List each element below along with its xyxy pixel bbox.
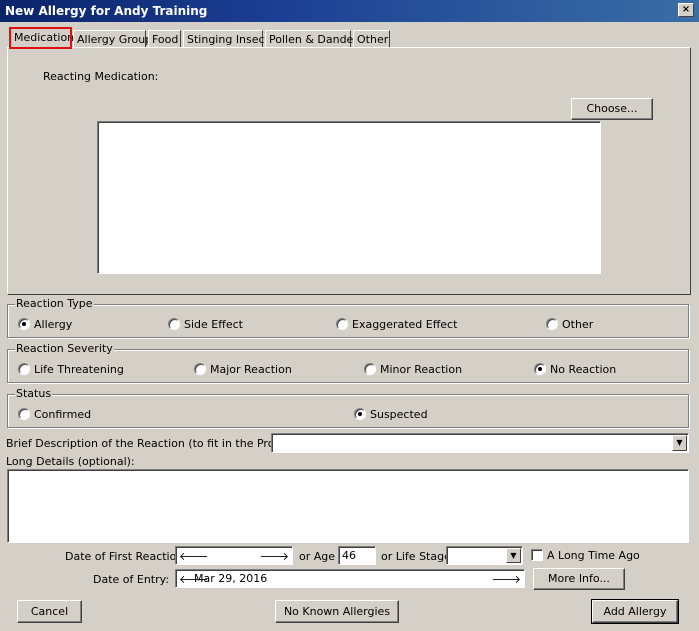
- radio-confirmed[interactable]: Confirmed: [18, 408, 91, 421]
- tab-food[interactable]: Food: [148, 30, 181, 48]
- brief-description-combobox[interactable]: ▼: [271, 433, 689, 453]
- reaction-type-group: Reaction Type Allergy Side Effect Exagge…: [7, 297, 689, 338]
- choose-button[interactable]: Choose...: [571, 98, 653, 120]
- radio-other[interactable]: Other: [546, 318, 593, 331]
- brief-description-label: Brief Description of the Reaction (to fi…: [6, 437, 300, 450]
- age-input[interactable]: 46: [338, 546, 376, 565]
- reaction-severity-group: Reaction Severity Life Threatening Major…: [7, 342, 689, 383]
- tab-stinging-insect[interactable]: Stinging Insect: [183, 30, 269, 48]
- reaction-type-title: Reaction Type: [15, 297, 94, 310]
- or-age-label: or Age: [299, 550, 336, 563]
- radio-exaggerated-effect[interactable]: Exaggerated Effect: [336, 318, 457, 331]
- first-reaction-date-input[interactable]: 🡐 🡒: [175, 546, 293, 565]
- close-button[interactable]: ×: [678, 3, 694, 17]
- long-details-label: Long Details (optional):: [6, 455, 135, 468]
- tab-other[interactable]: Other: [353, 30, 390, 48]
- entry-date-value: Mar 29, 2016: [194, 572, 268, 585]
- or-life-stage-label: or Life Stage: [381, 550, 451, 563]
- medication-list[interactable]: [97, 121, 601, 274]
- first-reaction-label: Date of First Reaction:: [65, 550, 188, 563]
- chevron-down-icon[interactable]: ▼: [506, 548, 521, 563]
- arrow-left-icon[interactable]: 🡐: [179, 549, 209, 563]
- arrow-right-icon[interactable]: 🡒: [492, 572, 522, 586]
- add-allergy-button[interactable]: Add Allergy: [591, 599, 679, 624]
- radio-minor-reaction[interactable]: Minor Reaction: [364, 363, 462, 376]
- checkbox-box: [531, 549, 543, 561]
- long-details-textarea[interactable]: [7, 469, 689, 543]
- entry-date-label: Date of Entry:: [93, 573, 170, 586]
- radio-no-reaction[interactable]: No Reaction: [534, 363, 616, 376]
- more-info-button[interactable]: More Info...: [533, 568, 625, 590]
- radio-suspected[interactable]: Suspected: [354, 408, 428, 421]
- reaction-severity-title: Reaction Severity: [15, 342, 114, 355]
- chevron-down-icon[interactable]: ▼: [672, 435, 687, 451]
- reacting-medication-label: Reacting Medication:: [43, 70, 159, 83]
- arrow-right-icon[interactable]: 🡒: [260, 549, 290, 563]
- entry-date-input[interactable]: 🡐 Mar 29, 2016 🡒: [175, 569, 525, 588]
- tab-pollen-dander[interactable]: Pollen & Dander: [265, 30, 358, 48]
- close-icon: ×: [681, 4, 691, 15]
- tab-medication[interactable]: Medication: [9, 27, 74, 49]
- status-group: Status Confirmed Suspected: [7, 387, 689, 428]
- window-title: New Allergy for Andy Training: [5, 4, 208, 18]
- radio-side-effect[interactable]: Side Effect: [168, 318, 243, 331]
- medication-panel: Reacting Medication: Choose...: [7, 47, 691, 295]
- life-stage-select[interactable]: ▼: [446, 546, 523, 565]
- title-bar: New Allergy for Andy Training ×: [0, 0, 699, 22]
- long-time-ago-checkbox[interactable]: A Long Time Ago: [531, 549, 640, 562]
- no-known-allergies-button[interactable]: No Known Allergies: [275, 600, 399, 623]
- tab-allergy-group[interactable]: Allergy Group: [73, 30, 152, 48]
- status-title: Status: [15, 387, 53, 400]
- radio-life-threatening[interactable]: Life Threatening: [18, 363, 124, 376]
- radio-major-reaction[interactable]: Major Reaction: [194, 363, 292, 376]
- radio-allergy[interactable]: Allergy: [18, 318, 72, 331]
- cancel-button[interactable]: Cancel: [17, 600, 82, 623]
